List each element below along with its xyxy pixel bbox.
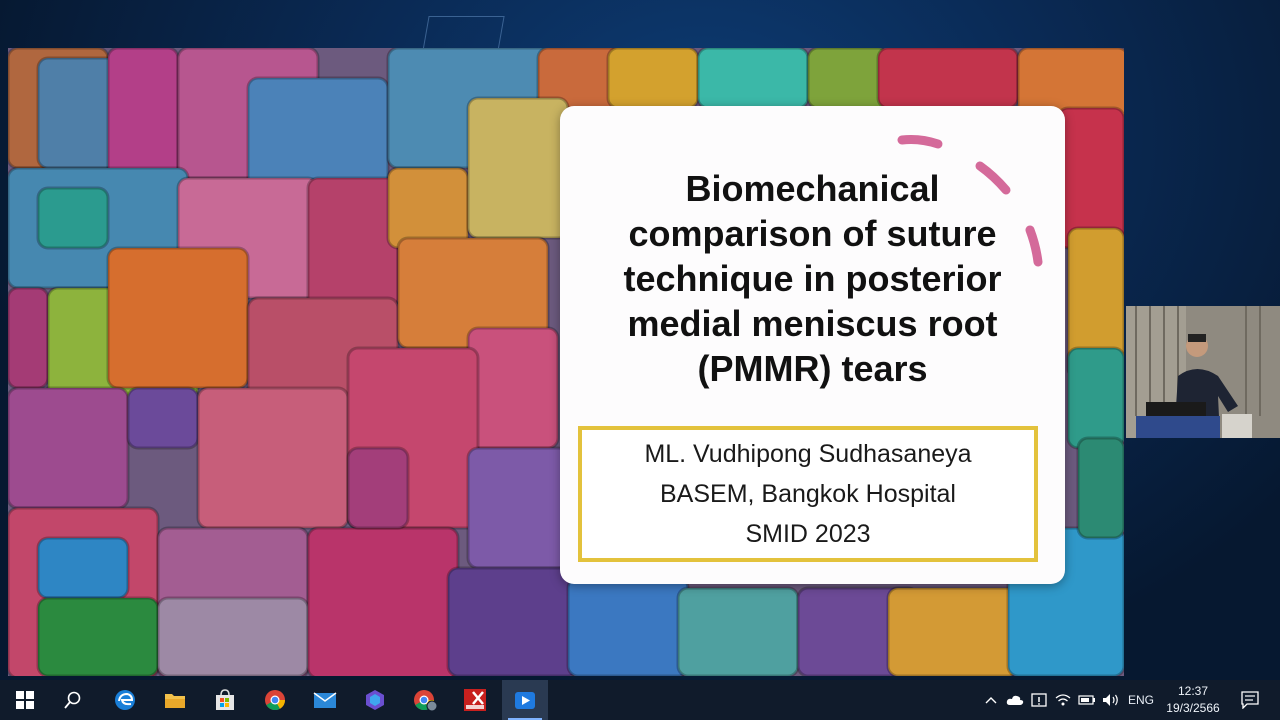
battery-icon bbox=[1078, 695, 1095, 705]
pdf-x-icon bbox=[464, 689, 486, 711]
search-icon bbox=[64, 691, 81, 709]
mail-icon bbox=[313, 692, 337, 708]
wifi-tray-button[interactable] bbox=[1052, 680, 1074, 720]
media-player-icon bbox=[515, 692, 535, 709]
desktop-background: Biomechanical comparison of suture techn… bbox=[0, 0, 1280, 680]
windows-logo-icon bbox=[16, 691, 34, 709]
clock-date: 19/3/2566 bbox=[1166, 701, 1220, 715]
windows-start-button[interactable] bbox=[2, 680, 48, 720]
speaker-video bbox=[1126, 306, 1280, 438]
microsoft-store-button[interactable] bbox=[202, 680, 248, 720]
windows-taskbar: ENG 12:37 19/3/2566 bbox=[0, 680, 1280, 720]
speaker-volume-icon bbox=[1103, 694, 1118, 706]
notification-icon bbox=[1241, 691, 1259, 709]
slide-title: Biomechanical comparison of suture techn… bbox=[623, 168, 1002, 389]
mail-taskbar-button[interactable] bbox=[302, 680, 348, 720]
system-clock[interactable]: 12:37 19/3/2566 bbox=[1160, 683, 1226, 717]
onedrive-tray-button[interactable] bbox=[1004, 680, 1026, 720]
chrome-profile-icon bbox=[414, 690, 437, 711]
author-affiliation: BASEM, Bangkok Hospital bbox=[660, 480, 956, 508]
show-hidden-icons-button[interactable] bbox=[982, 680, 1000, 720]
folder-icon bbox=[165, 694, 185, 708]
chrome-profile-taskbar-button[interactable] bbox=[402, 680, 448, 720]
clock-time: 12:37 bbox=[1177, 684, 1209, 698]
media-player-taskbar-button[interactable] bbox=[502, 680, 548, 720]
chrome-icon bbox=[265, 690, 286, 711]
input-language-indicator[interactable]: ENG bbox=[1124, 680, 1158, 720]
security-tray-button[interactable] bbox=[1028, 680, 1050, 720]
copilot-taskbar-button[interactable] bbox=[352, 680, 398, 720]
cloud-icon bbox=[1006, 695, 1024, 705]
speaker-webcam-feed[interactable] bbox=[1126, 306, 1280, 438]
title-slide-card: Biomechanical comparison of suture techn… bbox=[560, 106, 1065, 584]
copilot-icon bbox=[366, 690, 384, 710]
security-alert-icon bbox=[1031, 693, 1047, 707]
presentation-video-window[interactable]: Biomechanical comparison of suture techn… bbox=[8, 48, 1124, 676]
author-info-box: ML. Vudhipong Sudhasaneya BASEM, Bangkok… bbox=[578, 426, 1038, 562]
chrome-taskbar-button[interactable] bbox=[252, 680, 298, 720]
battery-tray-button[interactable] bbox=[1076, 680, 1098, 720]
author-name: ML. Vudhipong Sudhasaneya bbox=[644, 440, 972, 468]
store-bag-icon bbox=[216, 689, 234, 710]
search-button[interactable] bbox=[50, 680, 96, 720]
edge-taskbar-button[interactable] bbox=[102, 680, 148, 720]
event-name: SMID 2023 bbox=[745, 520, 871, 548]
edge-browser-icon bbox=[115, 690, 135, 710]
chevron-up-icon bbox=[985, 697, 997, 704]
volume-tray-button[interactable] bbox=[1100, 680, 1122, 720]
pdf-x-taskbar-button[interactable] bbox=[452, 680, 498, 720]
file-explorer-button[interactable] bbox=[152, 680, 198, 720]
notification-center-button[interactable] bbox=[1236, 680, 1264, 720]
wifi-icon bbox=[1055, 694, 1071, 706]
